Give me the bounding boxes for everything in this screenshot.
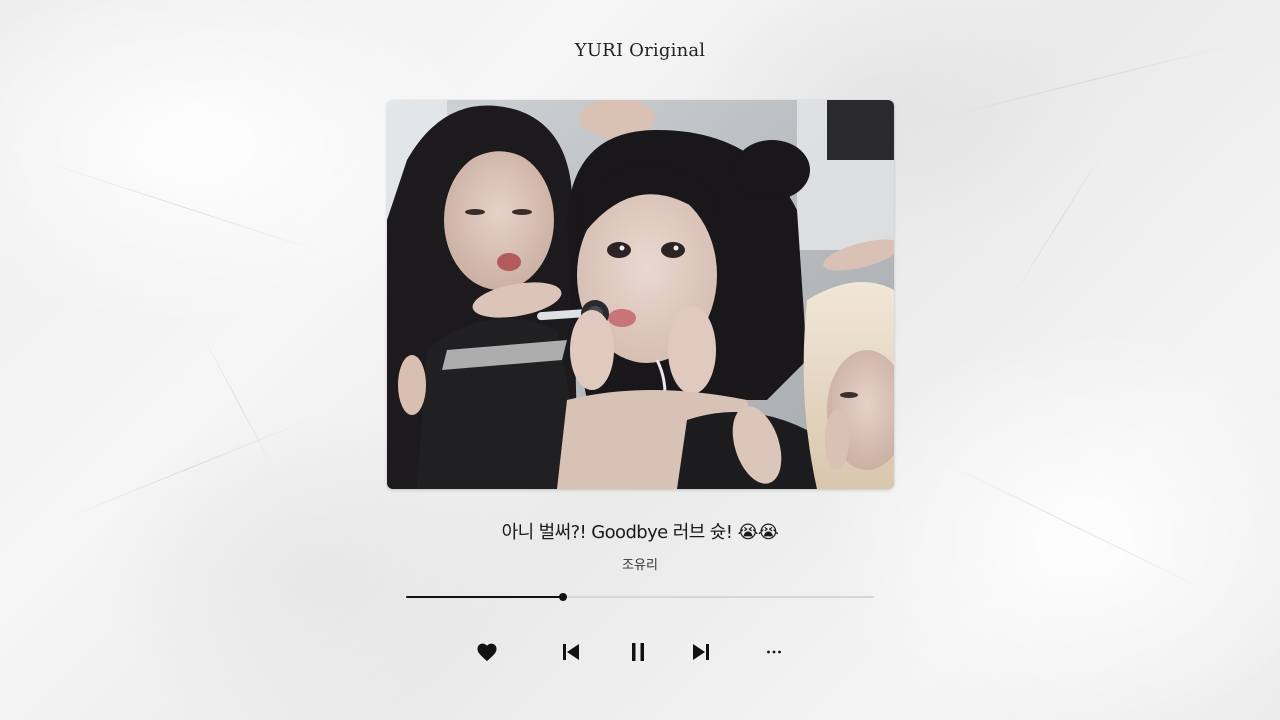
progress-bar[interactable] [406, 593, 874, 601]
paper-crease [1009, 147, 1106, 301]
pause-button[interactable] [624, 638, 652, 666]
progress-fill [406, 596, 563, 598]
album-cover-photo [387, 100, 894, 489]
skip-next-icon [691, 642, 711, 662]
like-button[interactable] [473, 638, 501, 666]
skip-previous-icon [561, 642, 581, 662]
track-artist: 조유리 [622, 558, 658, 573]
brand-title: YURI Original [574, 40, 706, 61]
pause-icon [629, 642, 647, 662]
progress-thumb[interactable] [558, 593, 567, 601]
paper-crease [199, 330, 276, 473]
previous-button[interactable] [557, 638, 585, 666]
paper-crease [59, 415, 320, 521]
more-icon [766, 649, 782, 655]
album-cover [387, 100, 894, 489]
paper-crease [39, 160, 326, 254]
next-button[interactable] [687, 638, 715, 666]
heart-icon [476, 642, 498, 662]
track-title: 아니 벌써?! Goodbye 러브 슛! 😭😭 [501, 522, 779, 543]
more-button[interactable] [760, 638, 788, 666]
